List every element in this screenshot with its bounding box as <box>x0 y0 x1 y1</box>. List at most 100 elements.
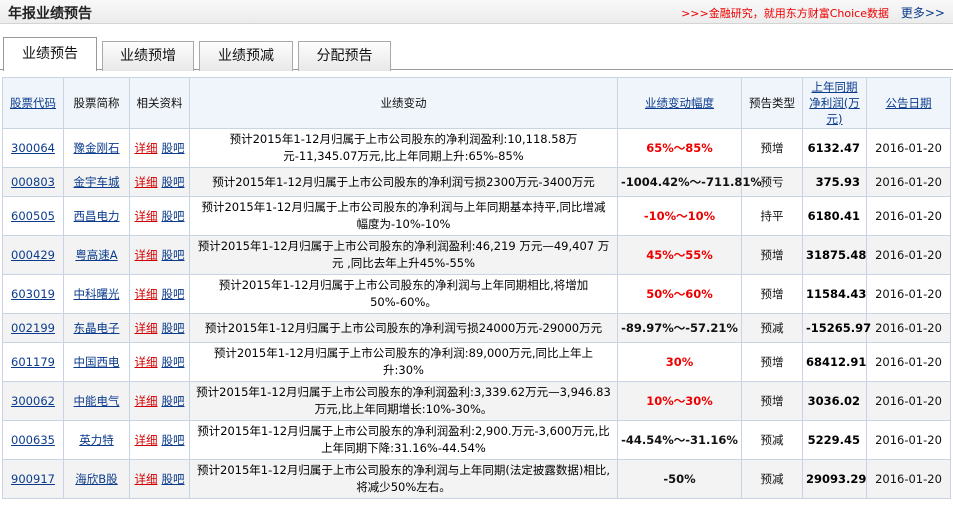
stock-name-link[interactable]: 英力特 <box>79 433 114 447</box>
forecast-type: 预减 <box>741 459 803 499</box>
guba-link[interactable]: 股吧 <box>162 287 185 301</box>
stock-name-link[interactable]: 西昌电力 <box>74 209 120 223</box>
change-description: 预计2015年1-12月归属于上市公司股东的净利润亏损24000万元-29000… <box>189 313 618 343</box>
stock-code-link[interactable]: 900917 <box>11 472 55 486</box>
stock-code-cell[interactable]: 000429 <box>2 235 64 275</box>
stock-code-link[interactable]: 601179 <box>11 355 55 369</box>
stock-name-link[interactable]: 海欣B股 <box>75 472 117 486</box>
detail-link[interactable]: 详细 <box>135 321 158 335</box>
stock-name-link[interactable]: 粤高速A <box>75 248 117 262</box>
guba-link[interactable]: 股吧 <box>162 321 185 335</box>
guba-link[interactable]: 股吧 <box>162 472 185 486</box>
guba-link[interactable]: 股吧 <box>162 175 185 189</box>
stock-code-link[interactable]: 600505 <box>11 209 55 223</box>
stock-code-cell[interactable]: 000635 <box>2 420 64 460</box>
col-header-prev-profit[interactable]: 上年同期净利润(万元) <box>802 77 867 129</box>
stock-name-cell[interactable]: 豫金刚石 <box>63 128 130 168</box>
stock-code-link[interactable]: 000803 <box>11 175 55 189</box>
related-links-cell: 详细 股吧 <box>129 459 190 499</box>
stock-code-cell[interactable]: 603019 <box>2 274 64 314</box>
change-range: 50%～60% <box>617 274 742 314</box>
prev-profit-value: 11584.43 <box>802 274 867 314</box>
tab-forecast[interactable]: 业绩预告 <box>3 37 97 71</box>
tab-distribution[interactable]: 分配预告 <box>298 41 391 71</box>
related-links-cell: 详细 股吧 <box>129 342 190 382</box>
announce-date: 2016-01-20 <box>866 342 951 382</box>
stock-code-link[interactable]: 000429 <box>11 248 55 262</box>
table-row: 000803 金宇车城 详细 股吧 预计2015年1-12月归属于上市公司股东的净利润亏… <box>2 167 951 197</box>
stock-code-cell[interactable]: 002199 <box>2 313 64 343</box>
forecast-type: 预减 <box>741 420 803 460</box>
more-link[interactable]: 更多>> <box>901 4 945 21</box>
guba-link[interactable]: 股吧 <box>162 355 185 369</box>
stock-code-cell[interactable]: 300064 <box>2 128 64 168</box>
guba-link[interactable]: 股吧 <box>162 433 185 447</box>
stock-code-link[interactable]: 300062 <box>11 394 55 408</box>
table-row: 002199 东晶电子 详细 股吧 预计2015年1-12月归属于上市公司股东的净利润亏… <box>2 313 951 343</box>
change-range: -1004.42%～-711.81% <box>617 167 762 197</box>
detail-link[interactable]: 详细 <box>135 209 158 223</box>
prev-profit-value: 6180.41 <box>802 196 867 236</box>
related-links-cell: 详细 股吧 <box>129 313 190 343</box>
announce-date: 2016-01-20 <box>866 128 951 168</box>
detail-link[interactable]: 详细 <box>135 394 158 408</box>
detail-link[interactable]: 详细 <box>135 355 158 369</box>
related-links-cell: 详细 股吧 <box>129 274 190 314</box>
guba-link[interactable]: 股吧 <box>162 141 185 155</box>
guba-link[interactable]: 股吧 <box>162 209 185 223</box>
stock-name-cell[interactable]: 金宇车城 <box>63 167 130 197</box>
table-row: 000635 英力特 详细 股吧 预计2015年1-12月归属于上市公司股东的净利润盈利… <box>2 420 951 460</box>
change-range: 10%～30% <box>617 381 742 421</box>
stock-code-link[interactable]: 603019 <box>11 287 55 301</box>
stock-name-cell[interactable]: 西昌电力 <box>63 196 130 236</box>
change-description: 预计2015年1-12月归属于上市公司股东的净利润与上年同期基本持平,同比增减幅… <box>189 196 618 236</box>
stock-name-link[interactable]: 豫金刚石 <box>74 141 120 155</box>
stock-code-cell[interactable]: 300062 <box>2 381 64 421</box>
stock-code-link[interactable]: 002199 <box>11 321 55 335</box>
change-range: 65%～85% <box>617 128 742 168</box>
detail-link[interactable]: 详细 <box>135 433 158 447</box>
stock-name-link[interactable]: 中国西电 <box>74 355 120 369</box>
col-header-date[interactable]: 公告日期 <box>866 77 951 129</box>
detail-link[interactable]: 详细 <box>135 175 158 189</box>
stock-code-cell[interactable]: 600505 <box>2 196 64 236</box>
change-description: 预计2015年1-12月归属于上市公司股东的净利润盈利:3,339.62万元—3… <box>189 381 618 421</box>
col-header-range[interactable]: 业绩变动幅度 <box>617 77 742 129</box>
related-links-cell: 详细 股吧 <box>129 420 190 460</box>
guba-link[interactable]: 股吧 <box>162 394 185 408</box>
stock-name-cell[interactable]: 海欣B股 <box>63 459 130 499</box>
stock-name-link[interactable]: 中能电气 <box>74 394 120 408</box>
stock-name-cell[interactable]: 东晶电子 <box>63 313 130 343</box>
announce-date: 2016-01-20 <box>866 381 951 421</box>
choice-promo-link[interactable]: >>>金融研究，就用东方财富Choice数据 <box>681 5 889 21</box>
detail-link[interactable]: 详细 <box>135 287 158 301</box>
stock-name-link[interactable]: 东晶电子 <box>74 321 120 335</box>
guba-link[interactable]: 股吧 <box>162 248 185 262</box>
change-description: 预计2015年1-12月归属于上市公司股东的净利润与上年同期(法定披露数据)相比… <box>189 459 618 499</box>
table-row: 300062 中能电气 详细 股吧 预计2015年1-12月归属于上市公司股东的净利润盈… <box>2 381 951 421</box>
stock-code-link[interactable]: 000635 <box>11 433 55 447</box>
announce-date: 2016-01-20 <box>866 313 951 343</box>
stock-code-cell[interactable]: 000803 <box>2 167 64 197</box>
announce-date: 2016-01-20 <box>866 459 951 499</box>
detail-link[interactable]: 详细 <box>135 141 158 155</box>
stock-code-cell[interactable]: 900917 <box>2 459 64 499</box>
tab-increase[interactable]: 业绩预增 <box>102 41 194 71</box>
change-description: 预计2015年1-12月归属于上市公司股东的净利润盈利:2,900.万元-3,6… <box>189 420 618 460</box>
page-title: 年报业绩预告 <box>8 6 92 22</box>
change-range: -10%～10% <box>617 196 742 236</box>
detail-link[interactable]: 详细 <box>135 472 158 486</box>
stock-name-cell[interactable]: 中科曙光 <box>63 274 130 314</box>
stock-name-link[interactable]: 中科曙光 <box>74 287 120 301</box>
stock-name-cell[interactable]: 粤高速A <box>63 235 130 275</box>
stock-name-cell[interactable]: 英力特 <box>63 420 130 460</box>
stock-name-link[interactable]: 金宇车城 <box>74 175 120 189</box>
forecast-type: 预增 <box>741 342 803 382</box>
stock-code-cell[interactable]: 601179 <box>2 342 64 382</box>
col-header-code[interactable]: 股票代码 <box>2 77 64 129</box>
tab-decrease[interactable]: 业绩预减 <box>199 41 293 71</box>
stock-name-cell[interactable]: 中能电气 <box>63 381 130 421</box>
stock-code-link[interactable]: 300064 <box>11 141 55 155</box>
detail-link[interactable]: 详细 <box>135 248 158 262</box>
stock-name-cell[interactable]: 中国西电 <box>63 342 130 382</box>
